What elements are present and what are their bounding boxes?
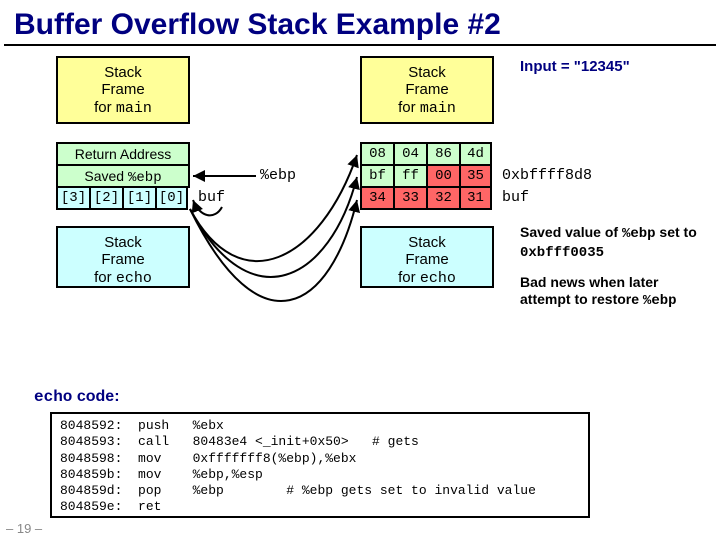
page-number: – 19 – (6, 521, 42, 536)
text: for (398, 269, 420, 286)
note-bad-news: Bad news when later attempt to restore %… (520, 274, 710, 310)
title-rule (4, 44, 716, 46)
buf-cell: [1] (122, 186, 155, 210)
right-savedebp-row: bf ff 00 35 (360, 164, 492, 188)
text: Frame (101, 251, 144, 268)
buf-cell: [0] (155, 186, 188, 210)
right-sebp-label: 0xbffff8d8 (502, 167, 592, 184)
input-label: Input = "12345" (520, 58, 630, 75)
left-saved-ebp: Saved %ebp (56, 164, 190, 188)
text: Frame (405, 251, 448, 268)
text: Stack (408, 64, 446, 81)
t: %ebp (622, 226, 656, 242)
text: main (116, 100, 152, 117)
ret-byte: 86 (426, 142, 459, 166)
code-block: 8048592: push %ebx 8048593: call 80483e4… (50, 412, 590, 518)
text: Return Address (75, 146, 172, 162)
text: Stack (408, 234, 446, 251)
text: echo (116, 270, 152, 287)
text: for (398, 99, 420, 116)
right-main-frame: Stack Frame for main (360, 56, 494, 124)
left-buf-label: buf (198, 189, 225, 206)
t: %ebp (643, 293, 677, 309)
buf-cell: [3] (56, 186, 89, 210)
text: Stack (104, 64, 142, 81)
sebp-byte-overwritten: 00 (426, 164, 459, 188)
buf-byte: 34 (360, 186, 393, 210)
left-ebp-label: %ebp (260, 167, 296, 184)
page-title: Buffer Overflow Stack Example #2 (0, 0, 720, 44)
buf-byte: 31 (459, 186, 492, 210)
t: Saved value of (520, 224, 622, 240)
left-main-frame: Stack Frame for main (56, 56, 190, 124)
ret-byte: 4d (459, 142, 492, 166)
text: Saved (84, 168, 128, 184)
text: for (94, 269, 116, 286)
sebp-byte: bf (360, 164, 393, 188)
ret-byte: 08 (360, 142, 393, 166)
text: for (94, 99, 116, 116)
right-buf-label: buf (502, 189, 529, 206)
text: echo (420, 270, 456, 287)
sebp-byte: ff (393, 164, 426, 188)
buf-cell: [2] (89, 186, 122, 210)
code-caption: echo code: (34, 388, 120, 406)
diagram-area: Stack Frame for main Return Address Save… (0, 52, 720, 500)
text: Frame (405, 81, 448, 98)
t: set to (656, 224, 697, 240)
text: Frame (101, 81, 144, 98)
right-return-row: 08 04 86 4d (360, 142, 492, 166)
text: %ebp (128, 170, 162, 186)
t: 0xbfff0035 (520, 245, 604, 261)
left-return-address: Return Address (56, 142, 190, 166)
text: Stack (104, 234, 142, 251)
sebp-byte-overwritten: 35 (459, 164, 492, 188)
left-buf-row: [3] [2] [1] [0] (56, 186, 188, 210)
buf-byte: 32 (426, 186, 459, 210)
ret-byte: 04 (393, 142, 426, 166)
left-echo-frame: Stack Frame for echo (56, 226, 190, 288)
note-saved-ebp: Saved value of %ebp set to 0xbfff0035 (520, 224, 710, 262)
right-echo-frame: Stack Frame for echo (360, 226, 494, 288)
t: code: (72, 388, 119, 405)
t: Bad news when later attempt to restore (520, 274, 658, 307)
right-buf-row: 34 33 32 31 (360, 186, 492, 210)
t: echo (34, 388, 72, 406)
text: main (420, 100, 456, 117)
buf-byte: 33 (393, 186, 426, 210)
